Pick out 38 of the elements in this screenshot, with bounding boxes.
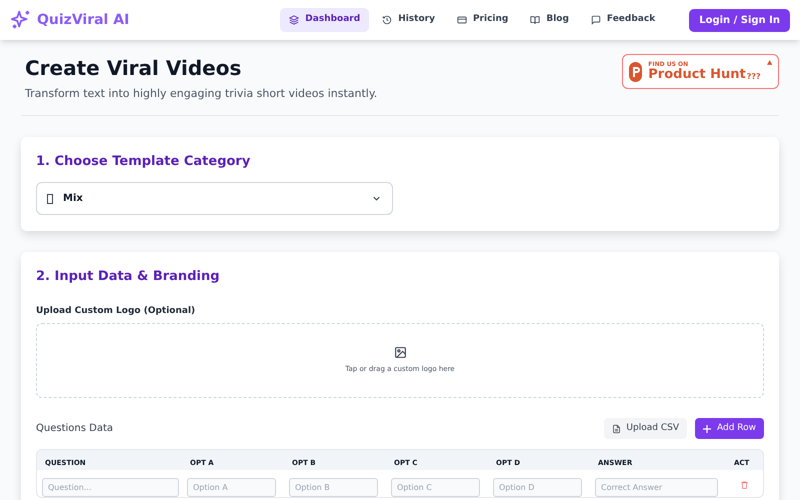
- badge-title: Product Hunt: [648, 68, 746, 81]
- sparkles-icon: [10, 9, 32, 31]
- add-row-button[interactable]: Add Row: [694, 418, 764, 439]
- upload-csv-button[interactable]: Upload CSV: [604, 418, 687, 439]
- history-icon: [382, 15, 392, 25]
- missing-glyph-icon: [47, 194, 53, 204]
- card-icon: [456, 15, 467, 25]
- speech-bubble-icon: [590, 15, 601, 25]
- table-input[interactable]: Correct Answer: [595, 478, 718, 497]
- nav-tab[interactable]: Dashboard: [280, 8, 370, 32]
- questions-label: Questions Data: [36, 422, 113, 436]
- section-title: 2. Input Data & Branding: [36, 268, 221, 286]
- table-input[interactable]: Option D: [493, 478, 582, 497]
- nav-tab[interactable]: Blog: [521, 8, 578, 32]
- upvote-icon: [766, 59, 772, 66]
- page-subtitle: Transform text into highly engaging trivia short videos instantly.: [25, 86, 378, 102]
- trash-icon[interactable]: [740, 480, 749, 490]
- open-book-icon: [530, 15, 540, 25]
- nav-tab[interactable]: Feedback: [582, 8, 664, 32]
- table-input[interactable]: Option A: [187, 478, 276, 497]
- table-input[interactable]: Question...: [42, 478, 179, 497]
- login-button[interactable]: Login / Sign In: [689, 8, 790, 32]
- nav-tab[interactable]: Pricing: [448, 8, 518, 32]
- page-title: Create Viral Videos: [25, 56, 242, 80]
- layers-icon: [289, 15, 300, 25]
- select-value: Mix: [63, 192, 83, 206]
- section-title: 1. Choose Template Category: [36, 152, 252, 170]
- plus-icon: [702, 424, 711, 432]
- category-select[interactable]: Mix: [36, 182, 393, 215]
- badge-suffix: ???: [746, 73, 761, 81]
- nav-tab[interactable]: History: [373, 8, 444, 32]
- product-hunt-logo-icon: [629, 62, 642, 82]
- file-icon: [612, 424, 622, 434]
- field-label: Upload Custom Logo (Optional): [36, 304, 196, 318]
- image-icon: [394, 346, 406, 360]
- table-input[interactable]: Option B: [289, 478, 378, 497]
- table-input[interactable]: Option C: [391, 478, 480, 497]
- brand-name[interactable]: QuizViral AI: [37, 10, 130, 30]
